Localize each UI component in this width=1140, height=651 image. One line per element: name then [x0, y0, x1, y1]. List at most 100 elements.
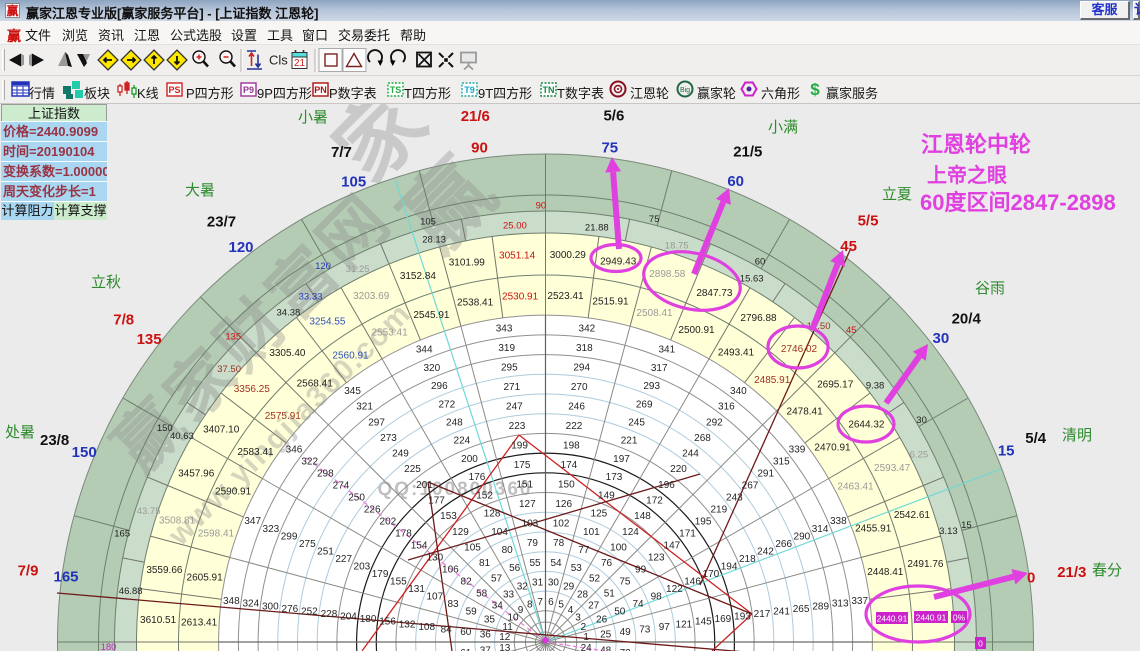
svg-text:春分: 春分: [1092, 562, 1122, 579]
svg-text:7/7: 7/7: [331, 144, 352, 161]
svg-text:220: 220: [670, 464, 687, 475]
svg-text:293: 293: [643, 381, 660, 392]
svg-text:266: 266: [775, 539, 792, 550]
svg-text:34: 34: [492, 601, 504, 612]
svg-text:5/4: 5/4: [1025, 430, 1047, 447]
svg-text:0: 0: [1027, 569, 1035, 586]
svg-text:172: 172: [646, 496, 663, 507]
svg-text:3101.99: 3101.99: [449, 258, 486, 269]
svg-text:246: 246: [568, 401, 585, 412]
svg-text:2500.91: 2500.91: [678, 325, 715, 336]
svg-text:3051.14: 3051.14: [499, 251, 536, 262]
svg-text:48: 48: [600, 645, 612, 651]
svg-text:296: 296: [431, 381, 448, 392]
svg-text:2538.41: 2538.41: [457, 298, 494, 309]
svg-text:178: 178: [395, 529, 412, 540]
svg-text:268: 268: [694, 433, 711, 444]
svg-text:46.88: 46.88: [119, 586, 143, 597]
svg-text:74: 74: [632, 599, 644, 610]
svg-text:129: 129: [452, 527, 469, 538]
svg-text:80: 80: [502, 545, 514, 556]
svg-text:180: 180: [101, 642, 117, 651]
svg-text:30: 30: [933, 330, 950, 347]
svg-text:3356.25: 3356.25: [234, 384, 271, 395]
svg-text:245: 245: [628, 418, 645, 429]
svg-text:165: 165: [53, 569, 78, 586]
svg-text:37.50: 37.50: [217, 364, 241, 375]
svg-text:221: 221: [621, 436, 638, 447]
svg-text:2530.91: 2530.91: [502, 291, 539, 302]
svg-text:31: 31: [532, 577, 544, 588]
svg-text:147: 147: [664, 541, 681, 552]
svg-text:99: 99: [635, 565, 647, 576]
svg-text:169: 169: [715, 614, 732, 625]
svg-text:2560.91: 2560.91: [332, 351, 369, 362]
svg-text:153: 153: [440, 511, 457, 522]
svg-text:3: 3: [575, 613, 581, 624]
svg-text:171: 171: [679, 529, 696, 540]
svg-text:2553.41: 2553.41: [372, 328, 409, 339]
svg-text:155: 155: [390, 577, 407, 588]
svg-text:4: 4: [568, 605, 574, 616]
svg-text:30: 30: [548, 577, 560, 588]
svg-text:0%: 0%: [953, 613, 966, 623]
svg-text:81: 81: [479, 558, 491, 569]
svg-text:大暑: 大暑: [185, 182, 215, 199]
svg-text:2478.41: 2478.41: [787, 407, 824, 418]
svg-text:3559.66: 3559.66: [146, 565, 183, 576]
svg-text:50: 50: [614, 607, 626, 618]
svg-text:179: 179: [372, 569, 389, 580]
svg-text:77: 77: [578, 545, 590, 556]
svg-text:341: 341: [658, 345, 675, 356]
svg-text:2491.76: 2491.76: [907, 559, 944, 570]
svg-text:5/6: 5/6: [603, 108, 624, 125]
svg-text:Big: Big: [680, 87, 690, 94]
svg-text:299: 299: [281, 531, 298, 542]
svg-text:59: 59: [466, 607, 478, 618]
svg-text:315: 315: [773, 457, 790, 468]
svg-text:6: 6: [548, 597, 554, 608]
svg-text:26: 26: [596, 614, 608, 625]
svg-text:28.13: 28.13: [422, 234, 446, 245]
svg-text:0: 0: [978, 639, 983, 649]
svg-text:TS: TS: [390, 85, 402, 95]
svg-text:120: 120: [228, 239, 253, 256]
svg-text:217: 217: [754, 609, 771, 620]
svg-text:35: 35: [484, 614, 496, 625]
svg-text:60: 60: [755, 257, 766, 268]
svg-text:1: 1: [583, 632, 589, 643]
svg-text:135: 135: [137, 331, 162, 348]
svg-text:立夏: 立夏: [882, 186, 912, 203]
svg-text:243: 243: [726, 493, 743, 504]
svg-text:276: 276: [282, 604, 299, 615]
svg-text:199: 199: [511, 441, 528, 452]
svg-text:2568.41: 2568.41: [297, 378, 334, 389]
svg-text:103: 103: [522, 519, 539, 530]
svg-text:124: 124: [622, 527, 639, 538]
svg-text:242: 242: [757, 546, 774, 557]
svg-text:290: 290: [794, 531, 811, 542]
svg-text:275: 275: [299, 539, 316, 550]
svg-text:101: 101: [583, 527, 600, 538]
svg-text:27: 27: [588, 601, 600, 612]
svg-text:146: 146: [684, 577, 701, 588]
svg-text:54: 54: [550, 558, 562, 569]
svg-text:102: 102: [553, 519, 570, 530]
svg-text:51: 51: [604, 589, 616, 600]
svg-text:3407.10: 3407.10: [203, 425, 240, 436]
svg-text:197: 197: [613, 454, 630, 465]
svg-text:7/8: 7/8: [113, 312, 134, 329]
svg-text:3305.40: 3305.40: [269, 348, 306, 359]
svg-text:2590.91: 2590.91: [215, 487, 252, 498]
svg-text:265: 265: [793, 604, 810, 615]
svg-text:294: 294: [573, 362, 590, 373]
svg-text:7/9: 7/9: [18, 562, 39, 579]
svg-text:321: 321: [356, 402, 373, 413]
svg-text:176: 176: [469, 472, 486, 483]
svg-text:53: 53: [571, 563, 583, 574]
svg-text:267: 267: [742, 481, 759, 492]
svg-text:43.75: 43.75: [137, 506, 161, 517]
svg-text:2847.73: 2847.73: [696, 288, 733, 299]
svg-text:223: 223: [509, 421, 526, 432]
svg-text:5: 5: [558, 600, 564, 611]
